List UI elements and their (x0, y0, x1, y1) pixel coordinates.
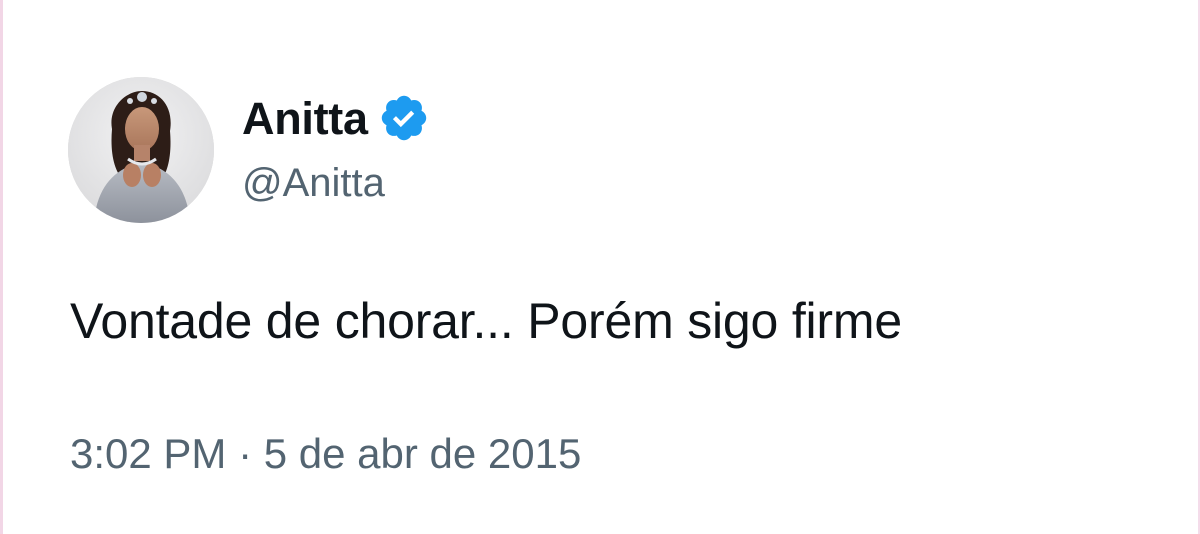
display-name[interactable]: Anitta (242, 96, 368, 141)
tweet-text: Vontade de chorar... Porém sigo firme (70, 293, 902, 349)
avatar[interactable] (68, 77, 214, 223)
tweet-timestamp[interactable]: 3:02 PM · 5 de abr de 2015 (70, 433, 581, 475)
frame-edge (0, 0, 3, 534)
verified-badge-icon (378, 92, 430, 144)
avatar-photo (68, 77, 214, 223)
display-name-row[interactable]: Anitta (242, 90, 430, 146)
user-handle[interactable]: @Anitta (242, 163, 385, 203)
tweet-card: Anitta @Anitta Vontade de chorar... Poré… (0, 0, 1200, 534)
